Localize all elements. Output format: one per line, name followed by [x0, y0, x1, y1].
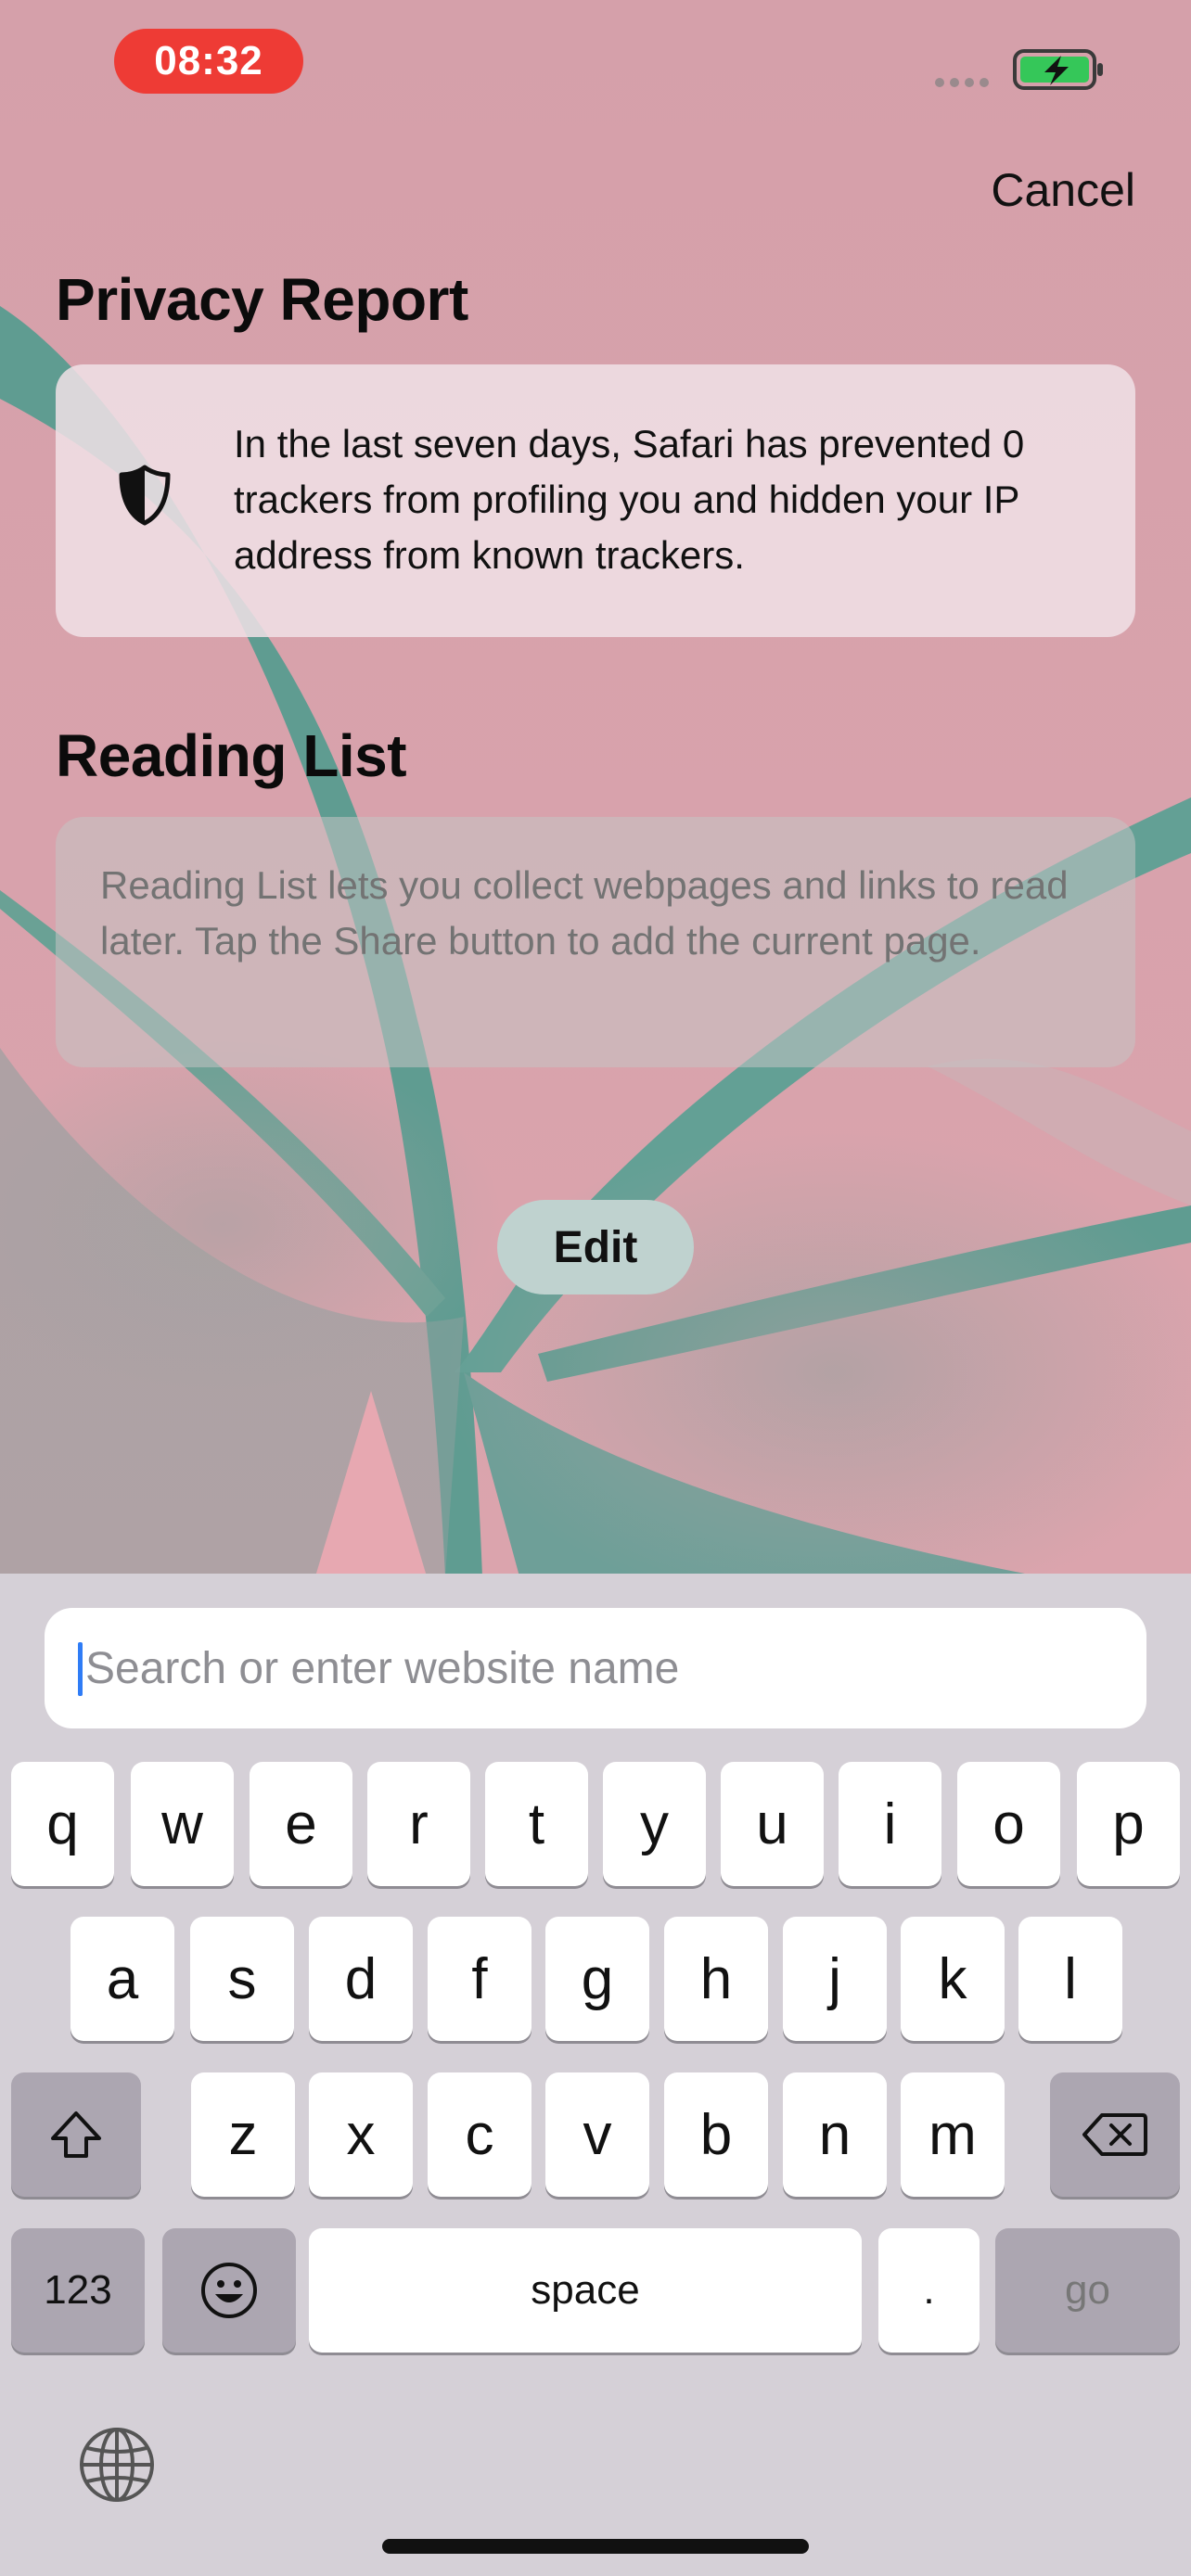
key-a[interactable]: a: [70, 1917, 174, 2041]
key-c[interactable]: c: [428, 2072, 531, 2197]
reading-list-card: Reading List lets you collect webpages a…: [56, 817, 1135, 1067]
key-k[interactable]: k: [901, 1917, 1005, 2041]
key-w[interactable]: w: [131, 1762, 234, 1886]
reading-list-text: Reading List lets you collect webpages a…: [100, 863, 1069, 963]
key-x[interactable]: x: [309, 2072, 413, 2197]
signal-dots-icon: [935, 78, 989, 87]
status-time: 08:32: [114, 29, 303, 94]
key-y[interactable]: y: [603, 1762, 706, 1886]
shift-icon: [51, 2111, 101, 2158]
numbers-key[interactable]: 123: [11, 2228, 145, 2353]
key-i[interactable]: i: [839, 1762, 941, 1886]
delete-key[interactable]: [1050, 2072, 1180, 2197]
shift-key[interactable]: [11, 2072, 141, 2197]
globe-icon[interactable]: [78, 2426, 156, 2504]
emoji-icon: [201, 2263, 257, 2318]
key-t[interactable]: t: [485, 1762, 588, 1886]
key-g[interactable]: g: [545, 1917, 649, 2041]
key-h[interactable]: h: [664, 1917, 768, 2041]
edit-button[interactable]: Edit: [497, 1200, 694, 1294]
key-u[interactable]: u: [721, 1762, 824, 1886]
period-key[interactable]: .: [878, 2228, 980, 2353]
key-l[interactable]: l: [1018, 1917, 1122, 2041]
go-key[interactable]: go: [995, 2228, 1180, 2353]
key-j[interactable]: j: [783, 1917, 887, 2041]
emoji-key[interactable]: [162, 2228, 296, 2353]
privacy-report-title: Privacy Report: [56, 266, 468, 333]
key-f[interactable]: f: [428, 1917, 531, 2041]
space-key[interactable]: space: [309, 2228, 862, 2353]
key-s[interactable]: s: [190, 1917, 294, 2041]
key-r[interactable]: r: [367, 1762, 470, 1886]
privacy-report-text: In the last seven days, Safari has preve…: [234, 422, 1025, 577]
key-z[interactable]: z: [191, 2072, 295, 2197]
key-q[interactable]: q: [11, 1762, 114, 1886]
home-indicator[interactable]: [382, 2539, 809, 2554]
cancel-button[interactable]: Cancel: [991, 163, 1135, 217]
key-p[interactable]: p: [1077, 1762, 1180, 1886]
key-e[interactable]: e: [250, 1762, 352, 1886]
key-o[interactable]: o: [957, 1762, 1060, 1886]
key-d[interactable]: d: [309, 1917, 413, 2041]
backspace-icon: [1082, 2113, 1147, 2156]
text-caret: [78, 1642, 83, 1696]
search-input[interactable]: [45, 1608, 1146, 1728]
key-v[interactable]: v: [545, 2072, 649, 2197]
key-n[interactable]: n: [783, 2072, 887, 2197]
reading-list-title: Reading List: [56, 722, 407, 789]
battery-charging-icon: [1013, 49, 1103, 90]
key-b[interactable]: b: [664, 2072, 768, 2197]
privacy-report-card[interactable]: In the last seven days, Safari has preve…: [56, 364, 1135, 637]
key-m[interactable]: m: [901, 2072, 1005, 2197]
shield-icon: [119, 465, 171, 526]
